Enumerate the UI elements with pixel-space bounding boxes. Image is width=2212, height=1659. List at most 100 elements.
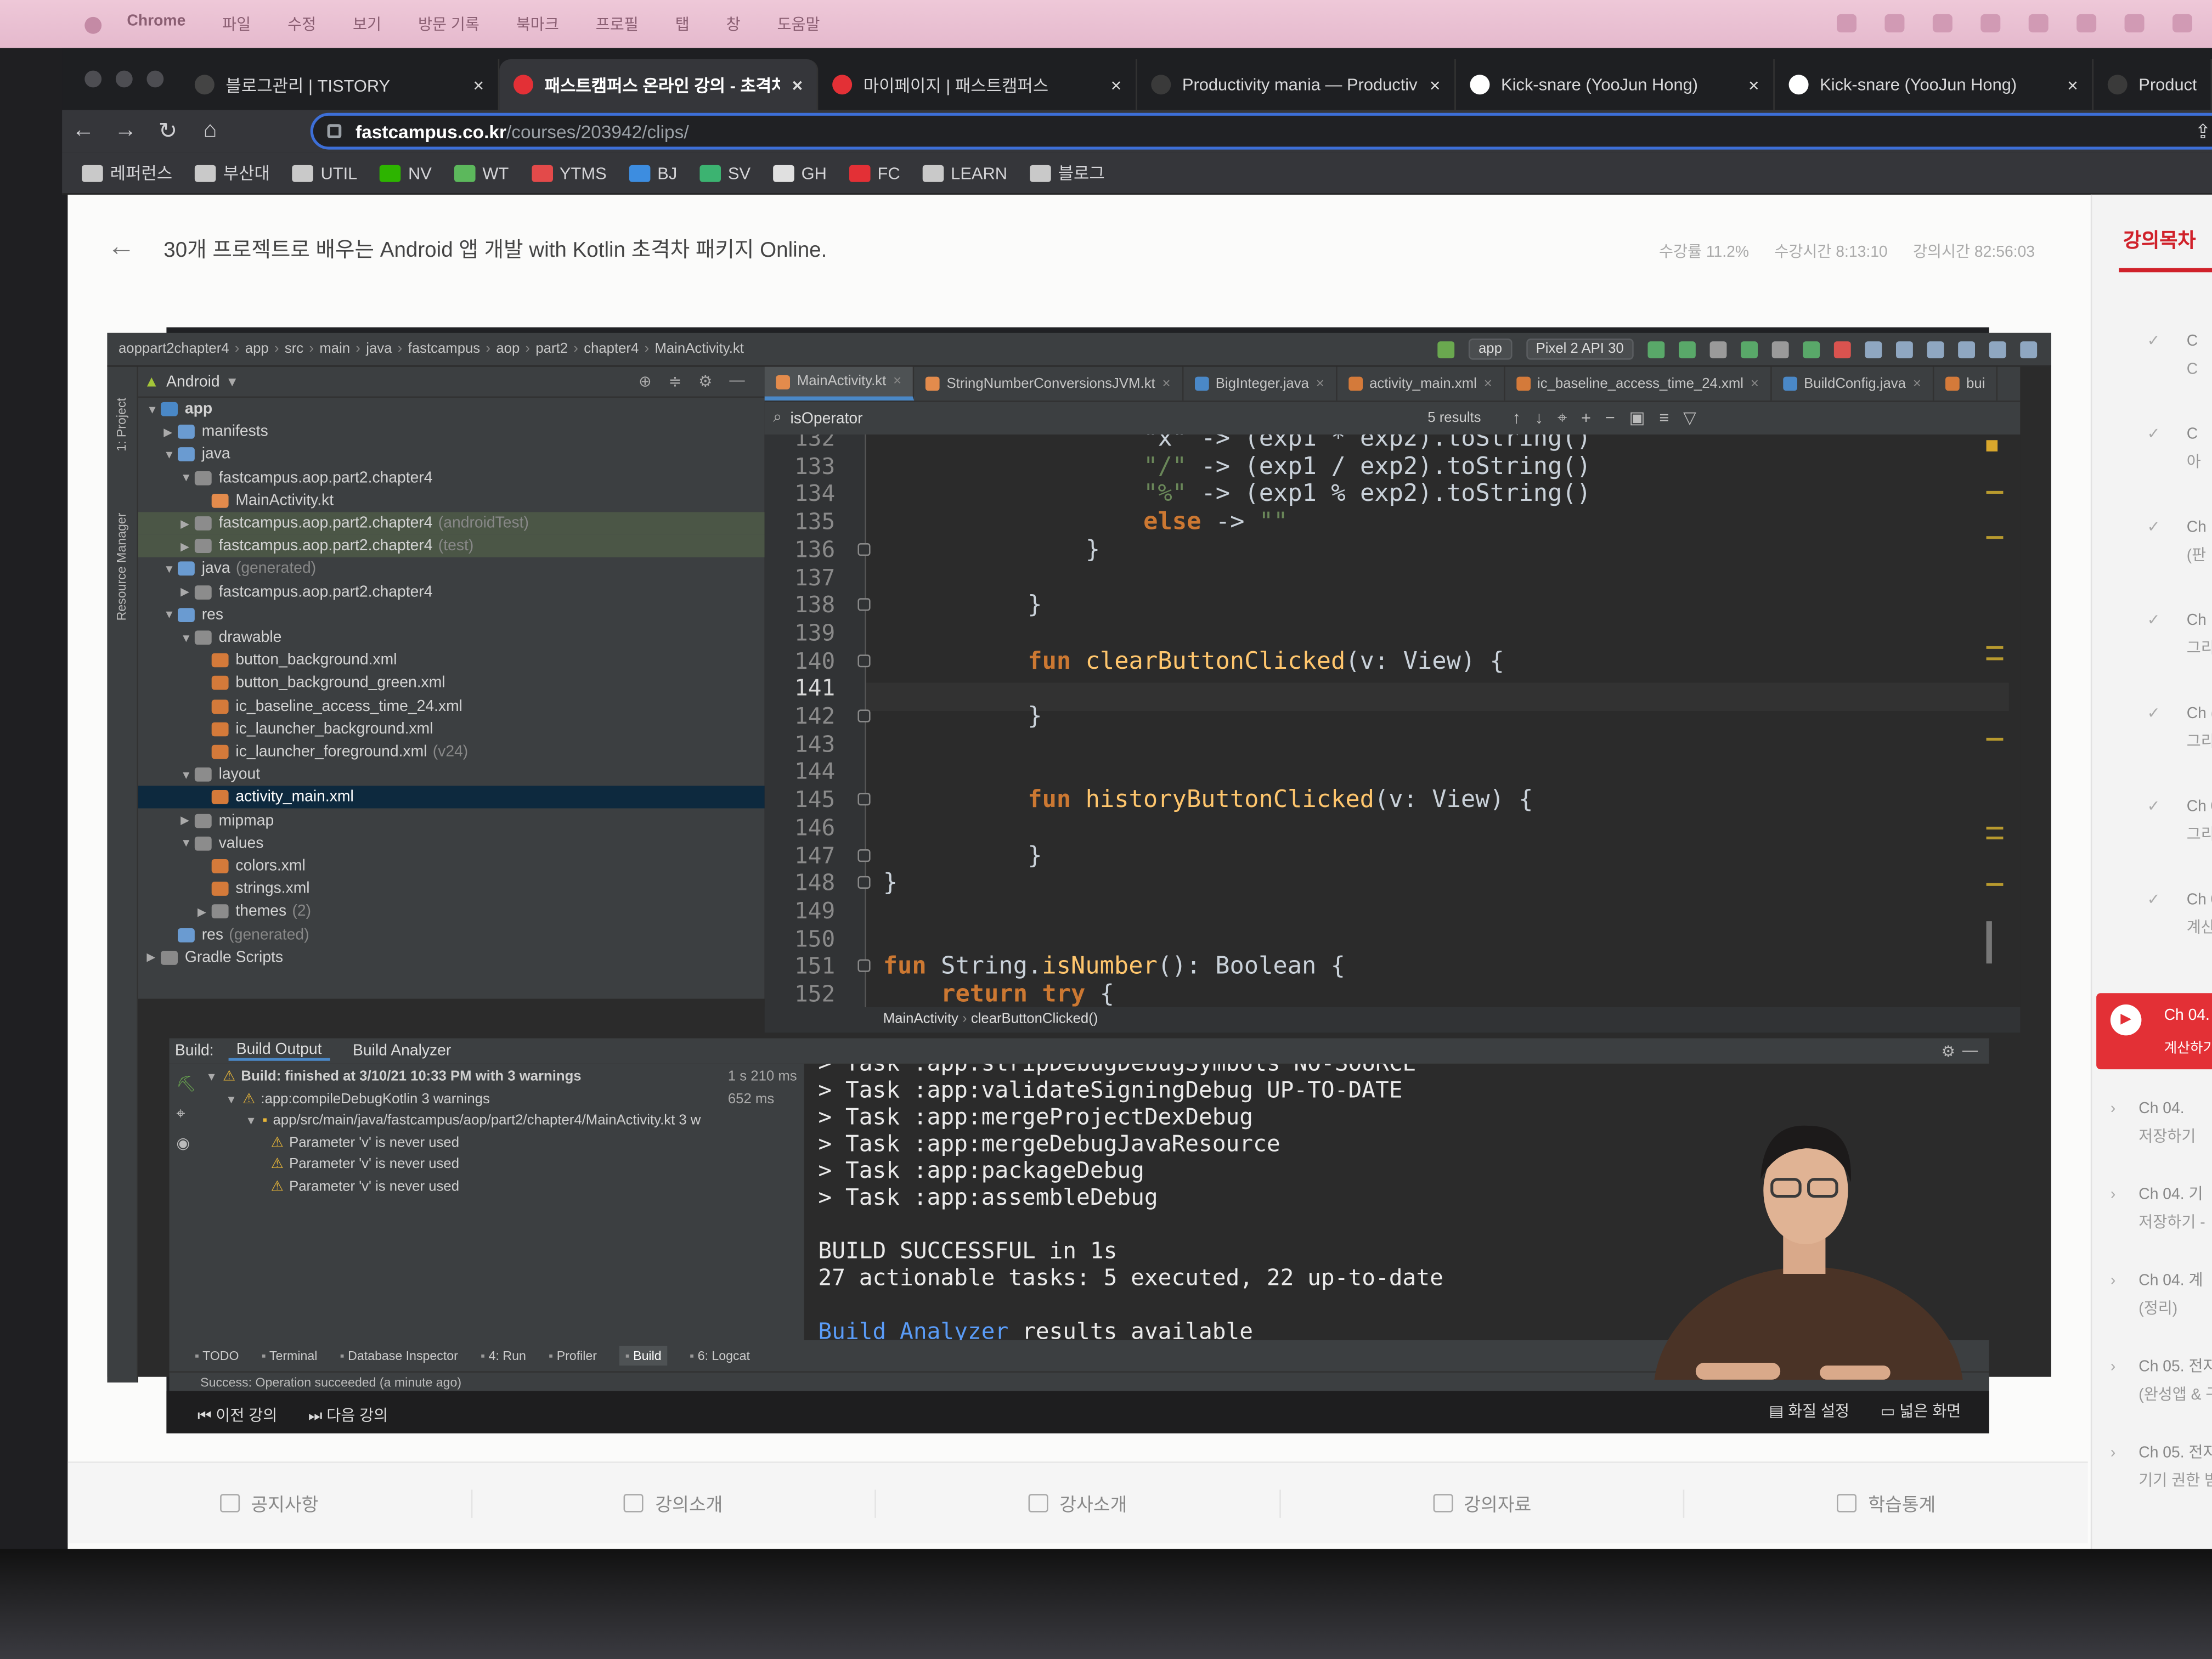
coverage-icon[interactable] — [1709, 341, 1727, 358]
bookmark-item[interactable]: FC — [849, 163, 900, 183]
share-icon[interactable]: ⇪ — [2194, 120, 2211, 144]
bookmark-item[interactable]: UTIL — [292, 163, 357, 183]
fold-marker-icon[interactable] — [857, 876, 871, 889]
apply-changes-icon[interactable] — [1679, 341, 1696, 358]
reload-icon[interactable]: ↻ — [146, 117, 189, 145]
funnel-icon[interactable]: ▽ — [1683, 408, 1696, 429]
lock-icon[interactable] — [327, 124, 342, 138]
chevron-right-icon[interactable]: ▶ — [180, 585, 195, 598]
bookmark-item[interactable]: 부산대 — [195, 161, 270, 185]
wifi-icon[interactable] — [2124, 14, 2145, 33]
chevron-right-icon[interactable]: ▶ — [180, 814, 195, 827]
tool-window-button[interactable]: ▪ Terminal — [262, 1348, 318, 1363]
tree-node[interactable]: activity_main.xml — [138, 786, 765, 809]
apple-icon[interactable] — [84, 16, 102, 34]
locate-icon[interactable]: ⊕ — [639, 373, 652, 391]
editor-tab[interactable]: BuildConfig.java × — [1771, 366, 1934, 401]
breadcrumb-item[interactable]: MainActivity.kt — [654, 341, 743, 357]
cloud-icon[interactable] — [1884, 14, 1905, 33]
toc-item[interactable]: ✓ Ch (판 — [2119, 514, 2212, 575]
chevron-down-icon[interactable]: ▼ — [163, 563, 178, 575]
course-nav-item[interactable]: 공지사항 — [67, 1489, 472, 1517]
chevron-down-icon[interactable]: ▼ — [180, 471, 195, 484]
chevron-down-icon[interactable]: ▼ — [180, 769, 195, 781]
chevron-down-icon[interactable]: ▼ — [180, 631, 195, 644]
rerun-icon[interactable] — [1647, 341, 1665, 358]
browser-tab[interactable]: 블로그관리 | TISTORY × — [180, 59, 500, 110]
profile-icon[interactable] — [1771, 341, 1789, 358]
menu-item[interactable]: 방문 기록 — [418, 13, 479, 35]
fold-marker-icon[interactable] — [857, 793, 871, 806]
hammer-icon[interactable]: ⛏ — [176, 1075, 196, 1093]
tree-node[interactable]: strings.xml — [138, 878, 765, 900]
build-node[interactable]: ⚠ Parameter 'v' is never used — [265, 1154, 459, 1175]
forward-icon[interactable]: → — [104, 119, 146, 144]
close-icon[interactable]: × — [1751, 376, 1759, 391]
sync-icon[interactable] — [1865, 341, 1882, 358]
close-icon[interactable]: × — [1111, 74, 1122, 95]
hide-icon[interactable]: — — [1962, 1042, 1978, 1059]
account-icon[interactable] — [2020, 341, 2038, 358]
menu-item[interactable]: 탭 — [675, 13, 690, 35]
crumb-class[interactable]: MainActivity — [883, 1012, 958, 1027]
project-view-select[interactable]: Android — [166, 373, 220, 390]
back-arrow-icon[interactable]: ← — [107, 232, 135, 264]
close-icon[interactable]: × — [792, 74, 803, 95]
pin-icon[interactable]: ⌖ — [176, 1106, 185, 1124]
tree-node[interactable]: ▼ java — [138, 443, 765, 466]
breadcrumb-item[interactable]: fastcampus — [408, 341, 481, 357]
build-analyzer-link[interactable]: Build Analyzer — [818, 1318, 1008, 1340]
bookmark-item[interactable]: 블로그 — [1030, 161, 1105, 185]
bookmark-item[interactable]: YTMS — [531, 163, 607, 183]
eye-icon[interactable]: ◉ — [176, 1134, 190, 1153]
toc-item[interactable]: › Ch 04. 계 (정리) — [2111, 1267, 2209, 1329]
debug-icon[interactable] — [1741, 341, 1758, 358]
fold-marker-icon[interactable] — [857, 960, 871, 973]
device-select[interactable]: Pixel 2 API 30 — [1526, 338, 1634, 360]
project-tool-tab[interactable]: 1: Project — [114, 398, 128, 452]
pin-icon[interactable]: ⌖ — [1558, 408, 1567, 429]
toc-item[interactable]: ✓ Ch (그리 — [2119, 699, 2212, 761]
add-occurrence-icon[interactable]: + — [1581, 408, 1591, 429]
toc-title[interactable]: 강의목차 — [2123, 225, 2196, 253]
tree-node[interactable]: ▶ Gradle Scripts — [138, 946, 765, 969]
fold-marker-icon[interactable] — [857, 543, 871, 556]
close-icon[interactable]: × — [1484, 376, 1492, 391]
chevron-right-icon[interactable]: ▶ — [180, 540, 195, 552]
menu-item[interactable]: 도움말 — [777, 13, 820, 35]
code-editor[interactable]: 132 133 134 135 136 137 138 139 140 141 142 143 144 1… — [764, 435, 2021, 1007]
breadcrumb-item[interactable]: java — [366, 341, 392, 357]
stop-icon[interactable] — [1833, 341, 1851, 358]
tree-node[interactable]: ▼ app — [138, 398, 765, 420]
crumb-function[interactable]: clearButtonClicked() — [971, 1012, 1098, 1027]
gear-icon[interactable]: ⚙ — [1942, 1042, 1955, 1060]
tool-window-button[interactable]: ▪ 6: Logcat — [690, 1348, 750, 1363]
close-icon[interactable]: × — [1430, 74, 1441, 95]
arrow-up-icon[interactable]: ↑ — [1513, 408, 1521, 429]
editor-tab[interactable]: MainActivity.kt × — [764, 366, 915, 401]
editor-tab[interactable]: ic_baseline_access_time_24.xml × — [1505, 366, 1771, 401]
fold-marker-icon[interactable] — [857, 598, 871, 611]
tool-window-button[interactable]: ▪ TODO — [195, 1348, 239, 1363]
menu-item[interactable]: 북마크 — [516, 13, 559, 35]
resource-manager-tab[interactable]: Resource Manager — [114, 513, 128, 621]
fold-marker-icon[interactable] — [857, 848, 871, 861]
bluetooth-icon[interactable] — [2076, 14, 2097, 33]
menu-item[interactable]: 프로필 — [596, 13, 639, 35]
control-center-icon[interactable] — [2172, 14, 2192, 33]
close-icon[interactable]: × — [1162, 376, 1170, 391]
back-icon[interactable]: ← — [62, 119, 104, 144]
toc-item[interactable]: › Ch 05. 전자 (완성앱 & 구 — [2111, 1353, 2212, 1415]
toc-item[interactable]: ✓ C C — [2119, 328, 2212, 390]
breadcrumb-item[interactable]: main — [319, 341, 350, 357]
tab-build-output[interactable]: Build Output — [228, 1041, 330, 1061]
search-icon[interactable] — [1989, 341, 2006, 358]
bookmark-item[interactable]: BJ — [629, 163, 677, 183]
tree-node[interactable]: ic_launcher_background.xml — [138, 718, 765, 740]
build-node[interactable]: ⚠ Parameter 'v' is never used — [265, 1132, 459, 1154]
tool-window-button[interactable]: ▪ Profiler — [549, 1348, 597, 1363]
course-nav-item[interactable]: 강사소개 — [876, 1489, 1281, 1517]
toc-item[interactable]: › Ch 04. 기 저장하기 - — [2111, 1181, 2209, 1243]
browser-tab[interactable]: 패스트캠퍼스 온라인 강의 - 초격차 패 × — [499, 59, 819, 110]
close-icon[interactable]: × — [473, 74, 484, 95]
